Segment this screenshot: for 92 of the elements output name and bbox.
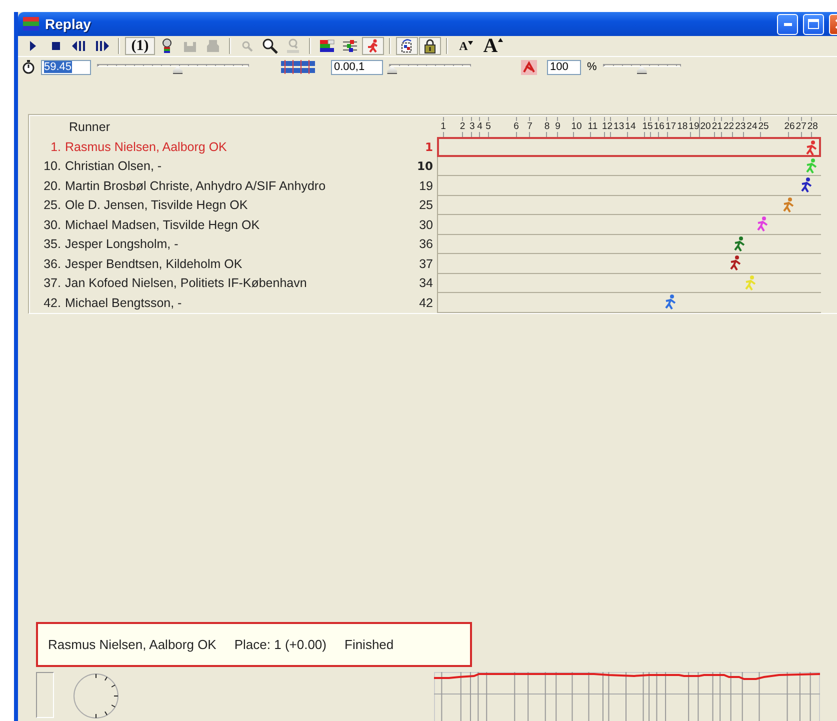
- tick-label: 23: [735, 121, 746, 132]
- runner-place: 34: [418, 276, 434, 290]
- tick-label: 14: [625, 121, 636, 132]
- tick-label: 28: [807, 121, 818, 132]
- tick-label: 4: [477, 121, 482, 132]
- runner-button[interactable]: [362, 37, 384, 55]
- runner-number: 35.: [42, 237, 62, 252]
- tick-label: 25: [758, 121, 769, 132]
- swap-button[interactable]: [396, 37, 418, 55]
- tick-label: 3: [469, 121, 475, 132]
- runner-number: 1.: [50, 140, 62, 154]
- runner-number: 10.: [42, 159, 62, 174]
- runner-place: 36: [418, 237, 434, 252]
- filter-button[interactable]: (1): [125, 37, 155, 55]
- runner-place: 10: [416, 159, 434, 174]
- tick-label: 7: [527, 121, 532, 132]
- clock-dial: [72, 672, 120, 720]
- tick-label: 2: [460, 121, 466, 132]
- maximize-icon: [808, 19, 819, 29]
- runner-name[interactable]: Martin Brosbøl Christe, Anhydro A/SIF Anhydro: [65, 178, 407, 193]
- runner-place: 42: [418, 296, 434, 310]
- lock-icon: [422, 38, 438, 54]
- tick-label: 5: [486, 121, 491, 132]
- tick-label: 11: [588, 121, 598, 132]
- runner-number: 20.: [42, 178, 62, 193]
- zoom-icon: [262, 38, 278, 54]
- minimize-icon: [784, 22, 792, 26]
- speed-field[interactable]: 100: [547, 60, 581, 74]
- tick-label: 12: [602, 121, 613, 132]
- tick-label: 19: [688, 121, 700, 132]
- runner-place: 25: [418, 198, 434, 212]
- tick-label: 27: [796, 121, 806, 132]
- runner-name[interactable]: Ole D. Jensen, Tisvilde Hegn OK: [65, 198, 407, 212]
- runner-name[interactable]: Christian Olsen, -: [65, 159, 407, 174]
- unit-label: %: [587, 61, 597, 73]
- runner-name[interactable]: Rasmus Nielsen, Aalborg OK: [65, 140, 407, 154]
- zoom-reset-icon: [285, 38, 301, 54]
- caret-icon: [498, 38, 503, 42]
- maximize-button[interactable]: [803, 14, 824, 34]
- tick-label: 17: [665, 121, 676, 132]
- runner-name: Rasmus Nielsen, Aalborg OK: [48, 637, 216, 652]
- runner-number: 37.: [42, 276, 62, 290]
- tick-label: 13: [614, 121, 624, 132]
- tick-label: 22: [723, 121, 734, 132]
- tick-label: 18: [677, 121, 688, 132]
- tick-label: 15: [642, 121, 653, 132]
- tick-label: 6: [514, 121, 519, 132]
- runner-name[interactable]: Jan Kofoed Nielsen, Politiets IF-København: [65, 276, 407, 290]
- tick-label: 1: [440, 121, 446, 132]
- runner-name[interactable]: Jesper Longsholm, -: [65, 237, 407, 252]
- slider-thumb[interactable]: [172, 66, 183, 74]
- slider-thumb[interactable]: [636, 66, 647, 74]
- tick-label: 9: [555, 121, 560, 132]
- interval-icon: [281, 60, 315, 74]
- runner-name[interactable]: Jesper Bendtsen, Kildeholm OK: [65, 256, 407, 271]
- window-title: Replay: [45, 16, 92, 32]
- step-forward-icon: [94, 38, 110, 54]
- tick-label: 8: [544, 121, 550, 132]
- place-text: Place: 1 (+0.00): [234, 637, 326, 652]
- status-text: Finished: [344, 637, 394, 652]
- split-bars-icon: [342, 38, 358, 54]
- runner-number: 36.: [42, 256, 62, 271]
- speed-icon: [521, 60, 537, 74]
- runner-place: 37: [418, 256, 434, 271]
- slider-thumb[interactable]: [387, 66, 398, 74]
- stopwatch-icon: [22, 60, 35, 74]
- time-field[interactable]: 59.45: [41, 60, 91, 74]
- interval-field[interactable]: 0.00,1: [331, 60, 383, 74]
- tick-label: 16: [654, 121, 664, 132]
- runner-place: 1: [424, 140, 434, 154]
- lock-button[interactable]: [419, 37, 441, 55]
- font-smaller-button[interactable]: A: [453, 37, 479, 55]
- app-icon: [22, 16, 40, 32]
- step-back-icon: [71, 38, 87, 54]
- tick-label: 20: [700, 121, 711, 132]
- runner-place: 30: [418, 218, 434, 232]
- runner-place: 19: [418, 178, 434, 193]
- runner-name[interactable]: Michael Bengtsson, -: [65, 296, 407, 310]
- runner-number: 42.: [42, 296, 62, 310]
- runner-number: 30.: [42, 218, 62, 232]
- runner-number: 25.: [42, 198, 62, 212]
- tick-label: 10: [571, 121, 582, 132]
- column-header: Runner: [68, 120, 111, 136]
- tick-label: 21: [712, 121, 722, 132]
- runner-name[interactable]: Michael Madsen, Tisvilde Hegn OK: [65, 218, 407, 232]
- color-bars-icon: [319, 38, 335, 54]
- minimize-button[interactable]: [777, 14, 798, 34]
- gauge-frame: [36, 672, 54, 718]
- tick-label: 26: [784, 121, 795, 132]
- caret-icon: [468, 41, 473, 45]
- font-larger-button[interactable]: A: [480, 37, 506, 55]
- tick-label: 24: [746, 121, 758, 132]
